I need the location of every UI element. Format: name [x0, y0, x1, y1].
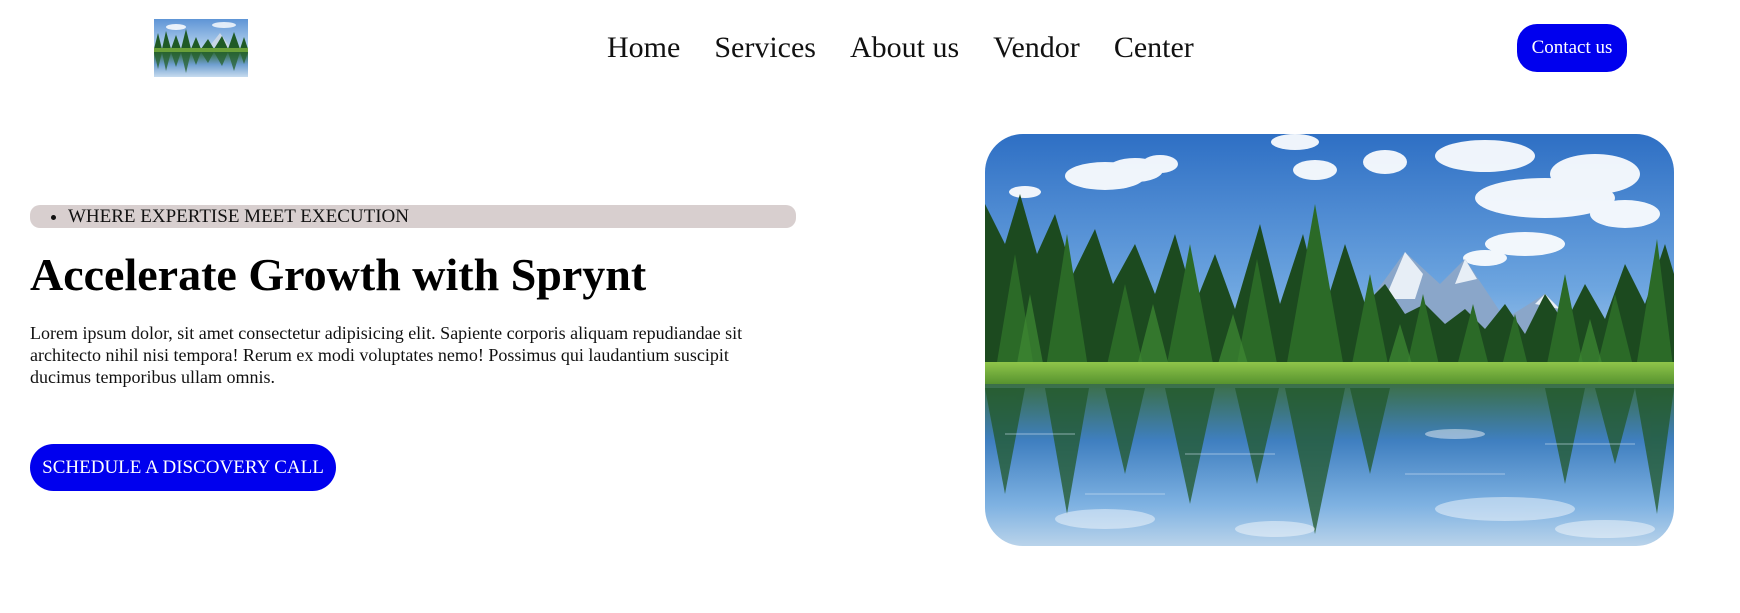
tagline-text: WHERE EXPERTISE MEET EXECUTION: [68, 205, 796, 228]
main-nav: Home Services About us Vendor Center: [607, 28, 1194, 68]
nav-item-services[interactable]: Services: [714, 28, 816, 68]
contact-us-button[interactable]: Contact us: [1517, 24, 1627, 72]
nav-item-center[interactable]: Center: [1114, 28, 1194, 68]
hero-image: [985, 134, 1674, 546]
nav-item-home[interactable]: Home: [607, 28, 680, 68]
tagline-list: WHERE EXPERTISE MEET EXECUTION: [30, 205, 796, 228]
hero-description: Lorem ipsum dolor, sit amet consectetur …: [30, 323, 743, 387]
nav-item-vendor[interactable]: Vendor: [993, 28, 1080, 68]
hero-title: Accelerate Growth with Sprynt: [30, 249, 647, 300]
tagline-badge: WHERE EXPERTISE MEET EXECUTION: [30, 205, 796, 228]
logo[interactable]: [154, 19, 248, 77]
lake-forest-landscape-icon: [985, 134, 1674, 546]
landscape-logo-icon: [154, 19, 248, 77]
schedule-discovery-call-button[interactable]: SCHEDULE A DISCOVERY CALL: [30, 444, 336, 491]
nav-item-about-us[interactable]: About us: [850, 28, 959, 68]
